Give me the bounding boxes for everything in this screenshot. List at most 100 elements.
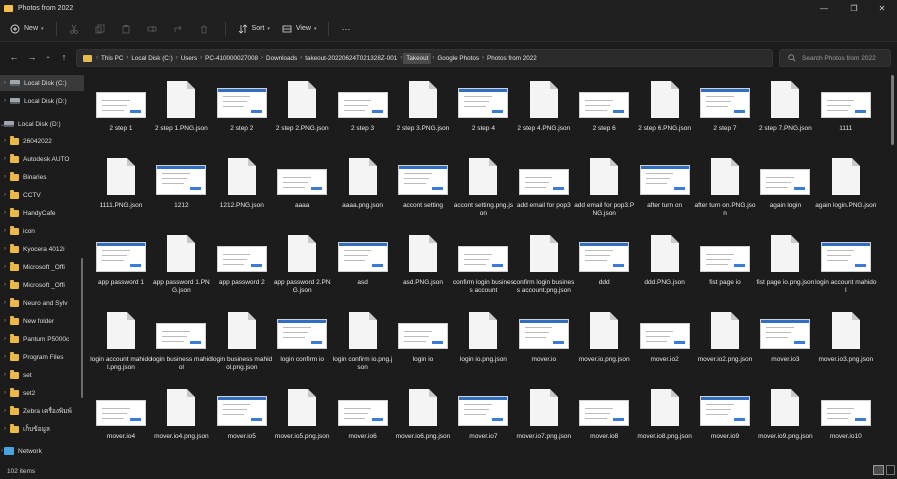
view-button[interactable]: View ▾ [276,19,323,39]
chevron-right-icon[interactable]: › [0,156,10,162]
breadcrumb-item[interactable]: Users [179,55,199,62]
paste-button[interactable] [115,19,141,39]
recent-locations-chevron-icon[interactable]: ⌄ [42,51,54,63]
sidebar-item[interactable]: › New folder [0,313,84,329]
file-item[interactable]: add email for pop3 [513,151,575,227]
breadcrumb-item[interactable]: Google Photos [435,55,481,62]
file-item[interactable]: 2 step 6.PNG.json [634,74,696,150]
file-item[interactable]: 2 step 4.PNG.json [513,74,575,150]
file-item[interactable]: mover.io3 [754,305,816,381]
file-item[interactable]: asd.PNG.json [392,228,454,304]
file-item[interactable]: 2 step 2.PNG.json [271,74,333,150]
chevron-right-icon[interactable]: › [0,138,10,144]
sidebar-item[interactable]: › Local Disk (C:) [0,75,84,91]
sidebar-item[interactable]: › Neuro and Sylv [0,295,84,311]
sidebar-item[interactable]: › Microsoft _Offi [0,277,84,293]
more-options-button[interactable]: ··· [335,19,356,39]
sidebar-item[interactable]: › Program Files [0,349,84,365]
share-button[interactable] [167,19,193,39]
content-scrollbar[interactable] [891,75,894,145]
sidebar-item[interactable]: › CCTV [0,187,84,203]
copy-button[interactable] [89,19,115,39]
file-item[interactable]: mover.io6.png.json [392,382,454,458]
file-item[interactable]: after turn on [634,151,696,227]
chevron-right-icon[interactable]: › [0,174,10,180]
chevron-right-icon[interactable]: › [0,354,10,360]
file-item[interactable]: confirm login business account [452,228,514,304]
sidebar-item[interactable]: › Pantum P5000c [0,331,84,347]
sidebar-item[interactable]: ⌄ Local Disk (D:) [0,116,84,132]
large-icons-view-button[interactable] [873,465,884,475]
chevron-right-icon[interactable]: › [0,408,10,414]
chevron-right-icon[interactable]: › [0,264,10,270]
file-item[interactable]: login account mahidol.png.json [90,305,152,381]
chevron-right-icon[interactable]: › [0,210,10,216]
delete-button[interactable] [193,19,219,39]
file-item[interactable]: 1212 [150,151,212,227]
rename-button[interactable] [141,19,167,39]
file-item[interactable]: mover.io3.png.json [815,305,877,381]
file-item[interactable]: mover.io10 [815,382,877,458]
file-item[interactable]: app password 1.PNG.json [150,228,212,304]
back-arrow-icon[interactable]: ← [8,51,20,63]
sidebar-item[interactable]: › Network [0,443,84,459]
file-item[interactable]: accont setting [392,151,454,227]
cut-button[interactable] [63,19,89,39]
sidebar-item[interactable]: › เก็บข้อมูล [0,421,84,437]
file-item[interactable]: login business mahidol.png.json [211,305,273,381]
chevron-right-icon[interactable]: › [0,426,10,432]
sidebar-item[interactable]: › Microsoft _Offi [0,259,84,275]
file-item[interactable]: after turn on.PNG.json [694,151,756,227]
file-item[interactable]: mover.io8.png.json [634,382,696,458]
file-item[interactable]: login io.png.json [452,305,514,381]
breadcrumb-item[interactable]: Downloads [264,55,299,62]
file-item[interactable]: login io [392,305,454,381]
breadcrumb-item[interactable]: Local Disk (C:) [129,55,174,62]
file-item[interactable]: app password 2 [211,228,273,304]
chevron-right-icon[interactable]: › [0,98,10,104]
breadcrumb-item[interactable]: PC-410000027008 [203,55,260,62]
sidebar-item[interactable]: › Zebra เครื่องพิมพ์ [0,403,84,419]
file-item[interactable]: mover.io5.png.json [271,382,333,458]
file-item[interactable]: mover.io.png.json [573,305,635,381]
sort-button[interactable]: Sort ▾ [232,19,276,39]
chevron-right-icon[interactable]: › [0,336,10,342]
chevron-right-icon[interactable]: › [0,80,10,86]
file-item[interactable]: 2 step 3 [332,74,394,150]
file-item[interactable]: mover.io5 [211,382,273,458]
file-item[interactable]: login account mahidol [815,228,877,304]
chevron-right-icon[interactable]: › [0,246,10,252]
breadcrumb-item[interactable]: Takeout [403,52,432,64]
sidebar-item[interactable]: › Autodesk AUTO [0,151,84,167]
chevron-right-icon[interactable]: › [0,282,10,288]
file-item[interactable]: aaaa.png.json [332,151,394,227]
file-item[interactable]: mover.io8 [573,382,635,458]
chevron-right-icon[interactable]: › [0,228,10,234]
file-item[interactable]: add email for pop3.PNG.json [573,151,635,227]
file-item[interactable]: app password 1 [90,228,152,304]
file-item[interactable]: mover.io9 [694,382,756,458]
file-item[interactable]: ddd [573,228,635,304]
chevron-right-icon[interactable]: › [0,372,10,378]
search-box[interactable]: Search Photos from 2022 [779,49,891,67]
maximize-button[interactable]: ❐ [839,0,869,16]
sidebar-item[interactable]: › icon [0,223,84,239]
file-item[interactable]: app password 2.PNG.json [271,228,333,304]
close-button[interactable]: ✕ [867,0,897,16]
sidebar-scrollbar[interactable] [81,258,83,398]
sidebar-item[interactable]: › set2 [0,385,84,401]
chevron-right-icon[interactable]: › [0,318,10,324]
chevron-right-icon[interactable]: › [0,192,10,198]
file-item[interactable]: mover.io [513,305,575,381]
file-item[interactable]: 2 step 2 [211,74,273,150]
up-arrow-icon[interactable]: ↑ [58,51,70,63]
details-view-button[interactable] [886,465,895,475]
sidebar-item[interactable]: › HandyCafe [0,205,84,221]
file-item[interactable]: confirm login business account.png.json [513,228,575,304]
sidebar-item[interactable]: › Local Disk (D:) [0,93,84,109]
file-item[interactable]: mover.io9.png.json [754,382,816,458]
chevron-right-icon[interactable]: › [0,300,10,306]
file-item[interactable]: 2 step 1 [90,74,152,150]
file-item[interactable]: again login [754,151,816,227]
file-item[interactable]: 1212.PNG.json [211,151,273,227]
